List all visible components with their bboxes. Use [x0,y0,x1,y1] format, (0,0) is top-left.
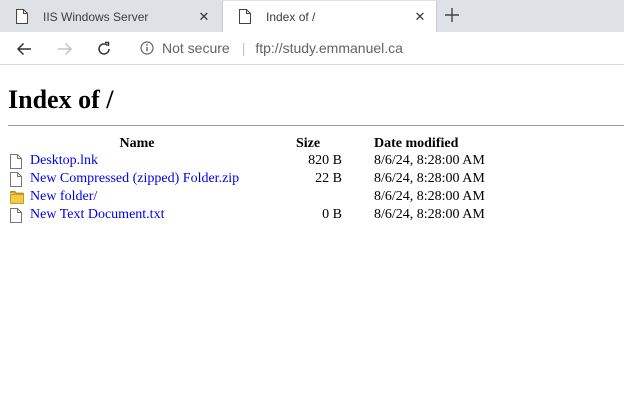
entry-date: 8/6/24, 8:28:00 AM [374,171,485,186]
address-bar[interactable]: Not secure | ftp://study.emmanuel.ca [130,36,624,60]
reload-icon[interactable] [93,38,115,60]
file-icon [10,207,24,223]
file-icon [10,171,24,187]
tab-strip: IIS Windows Server ✕ Index of / ✕ [0,0,624,32]
column-header-name[interactable]: Name [8,135,266,152]
tab-title: Index of / [266,9,316,24]
entry-link[interactable]: Desktop.lnk [30,153,98,169]
entry-link[interactable]: New folder/ [30,189,97,205]
table-row: New Compressed (zipped) Folder.zip 22 B … [8,170,485,188]
entry-date: 8/6/24, 8:28:00 AM [374,207,485,222]
security-label: Not secure [162,40,230,56]
file-icon [10,153,24,169]
new-tab-plus-icon[interactable] [441,4,463,26]
page-icon [16,9,32,25]
page-content: Index of / Name Size Date modified Deskt… [0,85,624,224]
page-icon [239,9,255,25]
table-row: New Text Document.txt 0 B 8/6/24, 8:28:0… [8,206,485,224]
directory-listing-table: Name Size Date modified Desktop.lnk 820 … [8,135,485,224]
column-header-date-modified[interactable]: Date modified [342,135,485,152]
table-row: New folder/ 8/6/24, 8:28:00 AM [8,188,485,206]
entry-date: 8/6/24, 8:28:00 AM [374,153,485,168]
info-circle-icon[interactable] [140,40,156,56]
entry-size: 0 B [322,207,342,222]
entry-size [266,188,342,206]
forward-arrow-icon[interactable] [54,38,76,60]
tab-iis-windows-server[interactable]: IIS Windows Server ✕ [0,1,220,32]
entry-link[interactable]: New Compressed (zipped) Folder.zip [30,171,239,187]
page-title: Index of / [8,85,114,114]
entry-date: 8/6/24, 8:28:00 AM [374,189,485,204]
entry-size: 820 B [308,153,342,168]
tab-index-of[interactable]: Index of / ✕ [222,1,437,32]
back-arrow-icon[interactable] [13,38,35,60]
close-tab-icon[interactable]: ✕ [196,9,212,25]
table-row: Desktop.lnk 820 B 8/6/24, 8:28:00 AM [8,152,485,170]
heading-divider [8,125,624,126]
tab-title: IIS Windows Server [43,9,149,24]
column-header-size[interactable]: Size [266,135,342,152]
table-header-row: Name Size Date modified [8,135,485,152]
close-tab-icon[interactable]: ✕ [412,9,428,25]
folder-icon [10,189,24,205]
entry-link[interactable]: New Text Document.txt [30,207,164,223]
url-text[interactable]: ftp://study.emmanuel.ca [255,40,403,56]
omnibox-divider: | [241,40,246,56]
browser-toolbar: Not secure | ftp://study.emmanuel.ca [0,32,624,65]
entry-size: 22 B [315,171,342,186]
